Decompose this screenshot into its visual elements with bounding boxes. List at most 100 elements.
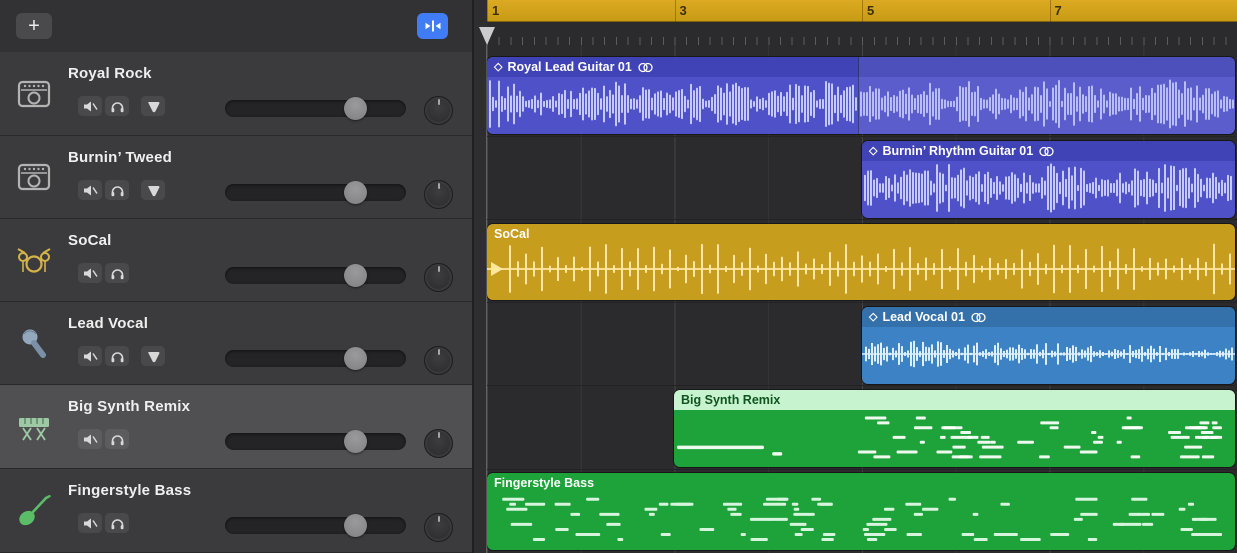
ruler-cell: 1 <box>487 0 675 22</box>
region-big-synth-remix[interactable]: Big Synth Remix <box>674 390 1235 467</box>
track-row-lead-vocal[interactable]: Lead Vocal <box>0 302 472 385</box>
drum-kit-icon <box>14 244 54 276</box>
headphones-icon <box>110 433 125 446</box>
mute-button[interactable] <box>78 180 102 200</box>
volume-slider-thumb[interactable] <box>344 430 367 453</box>
track-header-collapse-button[interactable] <box>417 13 448 39</box>
lane-separator <box>487 136 1237 137</box>
track-row-fingerstyle-bass[interactable]: Fingerstyle Bass <box>0 469 472 553</box>
track-row-royal-rock[interactable]: Royal Rock <box>0 52 472 136</box>
synthesizer-icon <box>14 411 54 443</box>
pan-knob[interactable] <box>424 180 453 209</box>
beat-ruler[interactable]: 1 3 5 7 <box>487 0 1237 22</box>
region-fingerstyle-bass[interactable]: Fingerstyle Bass <box>487 473 1235 550</box>
mute-speaker-icon <box>83 184 98 197</box>
pan-knob[interactable] <box>424 346 453 375</box>
region-header: ◇ Lead Vocal 01 <box>862 307 1235 327</box>
input-monitor-icon <box>146 184 161 197</box>
volume-slider[interactable] <box>225 433 406 450</box>
ruler-ticks[interactable] <box>487 22 1237 45</box>
input-monitor-icon <box>146 100 161 113</box>
audio-waveform <box>862 161 1235 215</box>
mute-button[interactable] <box>78 346 102 366</box>
region-header: Fingerstyle Bass <box>487 473 1235 493</box>
follow-tempo-icon: ◇ <box>494 62 502 73</box>
follow-tempo-icon: ◇ <box>869 146 877 157</box>
drummer-waveform <box>487 242 1235 296</box>
headphones-icon <box>110 517 125 530</box>
volume-slider[interactable] <box>225 184 406 201</box>
track-row-socal[interactable]: SoCal <box>0 219 472 302</box>
header-timeline-divider[interactable] <box>472 0 487 553</box>
solo-button[interactable] <box>105 346 129 366</box>
track-row-burnin-tweed[interactable]: Burnin’ Tweed <box>0 136 472 219</box>
pan-knob[interactable] <box>424 263 453 292</box>
lane-separator <box>487 385 1237 386</box>
volume-slider[interactable] <box>225 100 406 117</box>
pan-knob[interactable] <box>424 429 453 458</box>
mute-button[interactable] <box>78 429 102 449</box>
add-track-button[interactable]: + <box>16 13 52 39</box>
volume-slider[interactable] <box>225 267 406 284</box>
region-royal-lead-guitar-01[interactable]: ◇ Royal Lead Guitar 01 <box>487 57 1235 134</box>
ruler-cell: 7 <box>1050 0 1237 22</box>
garageband-tracks-view: + Royal Rock <box>0 0 1237 553</box>
mute-button[interactable] <box>78 513 102 533</box>
loop-repeat-shade <box>858 57 1235 134</box>
volume-slider-thumb[interactable] <box>344 97 367 120</box>
sidebar-toolbar: + <box>0 0 472 53</box>
playhead-line <box>486 45 487 553</box>
follow-tempo-icon: ◇ <box>869 312 877 323</box>
region-label: Lead Vocal 01 <box>882 310 964 324</box>
track-row-big-synth-remix[interactable]: Big Synth Remix <box>0 385 472 469</box>
volume-slider-thumb[interactable] <box>344 181 367 204</box>
mute-button[interactable] <box>78 263 102 283</box>
lane-separator <box>487 469 1237 470</box>
collapse-arrows-icon <box>424 18 442 34</box>
solo-button[interactable] <box>105 429 129 449</box>
microphone-icon <box>14 326 54 360</box>
track-name: SoCal <box>68 232 112 249</box>
mute-speaker-icon <box>83 517 98 530</box>
bar-number: 3 <box>680 3 687 18</box>
volume-slider-thumb[interactable] <box>344 264 367 287</box>
track-header-sidebar: + Royal Rock <box>0 0 472 553</box>
solo-button[interactable] <box>105 513 129 533</box>
audio-waveform <box>487 77 858 131</box>
headphones-icon <box>110 350 125 363</box>
volume-slider-thumb[interactable] <box>344 347 367 370</box>
volume-slider[interactable] <box>225 517 406 534</box>
pan-knob[interactable] <box>424 513 453 542</box>
bar-number: 7 <box>1055 3 1062 18</box>
mute-speaker-icon <box>83 350 98 363</box>
guitar-amp-icon <box>14 161 54 193</box>
headphones-icon <box>110 184 125 197</box>
region-label: Big Synth Remix <box>681 393 780 407</box>
track-name: Fingerstyle Bass <box>68 482 191 499</box>
volume-slider[interactable] <box>225 350 406 367</box>
solo-button[interactable] <box>105 180 129 200</box>
region-socal-drummer[interactable]: SoCal <box>487 224 1235 300</box>
pan-knob[interactable] <box>424 96 453 125</box>
solo-button[interactable] <box>105 263 129 283</box>
input-monitor-button[interactable] <box>141 346 165 366</box>
mute-speaker-icon <box>83 433 98 446</box>
guitar-amp-icon <box>14 78 54 110</box>
region-lead-vocal-01[interactable]: ◇ Lead Vocal 01 <box>862 307 1235 384</box>
midi-notes <box>674 410 1235 464</box>
ruler-cell: 5 <box>862 0 1050 22</box>
solo-button[interactable] <box>105 96 129 116</box>
mute-button[interactable] <box>78 96 102 116</box>
stereo-circles-icon <box>637 62 654 73</box>
track-name: Royal Rock <box>68 65 152 82</box>
input-monitor-button[interactable] <box>141 180 165 200</box>
region-header: ◇ Burnin’ Rhythm Guitar 01 <box>862 141 1235 161</box>
input-monitor-button[interactable] <box>141 96 165 116</box>
volume-slider-thumb[interactable] <box>344 514 367 537</box>
input-monitor-icon <box>146 350 161 363</box>
stereo-circles-icon <box>1038 146 1055 157</box>
bar-number: 1 <box>492 3 499 18</box>
region-label: SoCal <box>494 227 529 241</box>
region-burnin-rhythm-guitar-01[interactable]: ◇ Burnin’ Rhythm Guitar 01 <box>862 141 1235 218</box>
loop-boundary <box>858 57 859 134</box>
